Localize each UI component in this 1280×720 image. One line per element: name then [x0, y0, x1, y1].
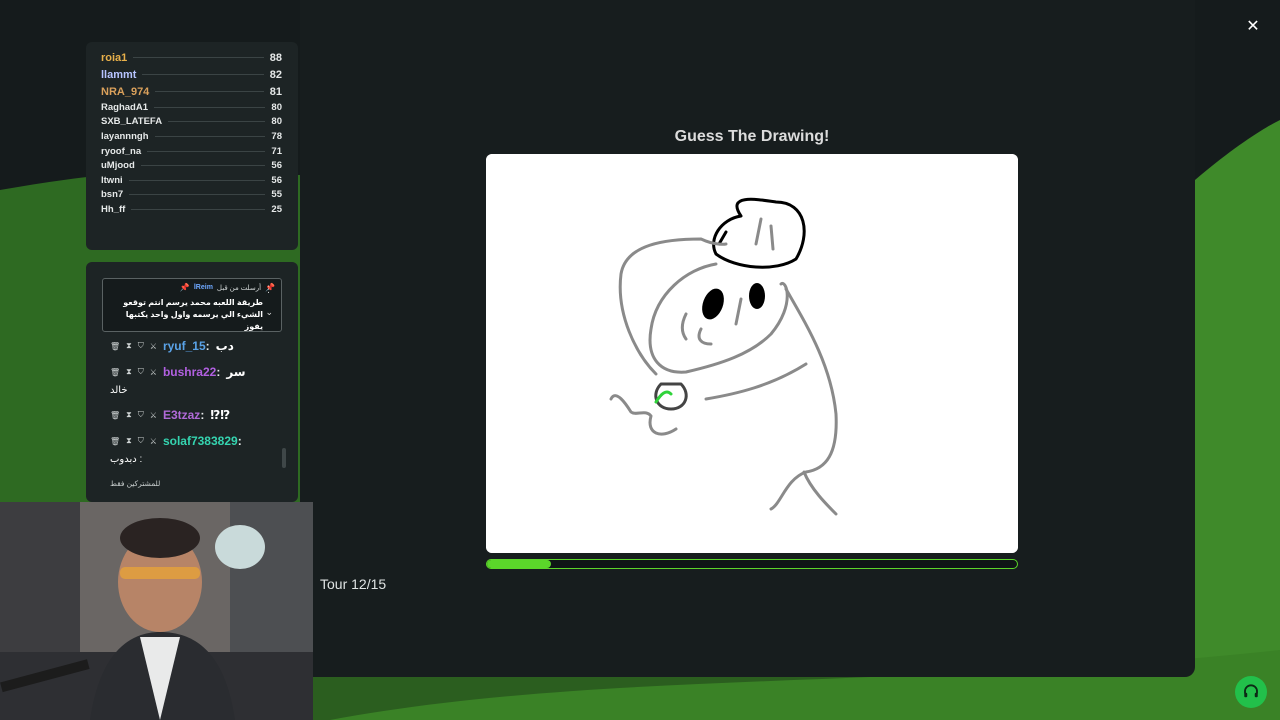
chat-message: 🗑 ⧗ ⛉ ⚔ ryuf_15: دب	[110, 339, 234, 353]
player-score: 88	[269, 51, 282, 64]
leaderboard-row: Hh_ff 25	[101, 202, 282, 217]
timeout-icon[interactable]: ⧗	[126, 436, 132, 446]
row-divider	[155, 91, 264, 92]
player-name[interactable]: NRA_974	[101, 86, 149, 98]
row-divider	[147, 150, 266, 152]
chat-panel: 📌 lReim أرسلت من قبل 📌 ⋮ طريقة اللعبه مح…	[86, 262, 298, 502]
chat-text-continued: دبدوب :	[110, 454, 143, 465]
chat-separator: :	[237, 434, 242, 448]
close-icon[interactable]: ✕	[1243, 17, 1263, 37]
chat-message: 🗑 ⧗ ⛉ ⚔ E3tzaz: ⁉⁉	[110, 408, 230, 422]
headset-icon	[1244, 684, 1258, 698]
leaderboard-row: llammt 82	[101, 66, 282, 83]
player-name[interactable]: RaghadA1	[101, 102, 148, 113]
leaderboard-row: NRA_974 81	[101, 83, 282, 100]
player-score: 81	[269, 85, 282, 98]
drawing-canvas[interactable]	[486, 154, 1018, 553]
chat-text: ⁉⁉	[210, 408, 231, 422]
leaderboard-row: RaghadA1 80	[101, 100, 282, 115]
trash-icon[interactable]: 🗑	[110, 437, 120, 446]
leaderboard-row: roia1 88	[101, 49, 282, 66]
shield-icon[interactable]: ⛉	[138, 367, 144, 377]
swords-icon: ⚔	[149, 410, 157, 420]
chat-separator: :	[216, 365, 221, 379]
pinned-text: طريقة اللعبه محمد يرسم انتم توقعو الشيء …	[123, 298, 263, 331]
player-score: 82	[269, 68, 282, 81]
chat-text: دب	[215, 339, 234, 353]
shield-icon[interactable]: ⛉	[138, 410, 144, 420]
player-name[interactable]: llammt	[101, 69, 136, 81]
row-divider	[140, 165, 266, 167]
chat-username[interactable]: solaf7383829	[163, 434, 238, 448]
shield-icon[interactable]: ⛉	[138, 436, 144, 446]
timer-progress-bar	[486, 559, 1018, 569]
leaderboard-row: ryoof_na 71	[101, 144, 282, 159]
row-divider	[142, 74, 264, 75]
row-divider	[128, 179, 266, 181]
player-name[interactable]: SXB_LATEFA	[101, 116, 162, 127]
player-name[interactable]: bsn7	[101, 189, 123, 200]
leaderboard-row: uMjood 56	[101, 158, 282, 173]
timeout-icon[interactable]: ⧗	[126, 341, 132, 351]
player-score: 78	[271, 130, 282, 142]
player-name[interactable]: layannngh	[101, 131, 149, 142]
leaderboard: roia1 88 llammt 82 NRA_974 81 RaghadA1 80 SXB_LA…	[86, 42, 298, 250]
trash-icon[interactable]: 🗑	[110, 342, 120, 351]
row-divider	[153, 106, 266, 108]
row-divider	[168, 121, 266, 123]
support-headset-button[interactable]	[1235, 676, 1267, 708]
player-name[interactable]: roia1	[101, 52, 127, 64]
player-name[interactable]: ltwni	[101, 175, 123, 186]
trash-icon[interactable]: 🗑	[110, 368, 120, 377]
row-divider	[129, 194, 266, 196]
swords-icon: ⚔	[149, 341, 157, 351]
chevron-down-icon[interactable]: ⌄	[265, 307, 273, 318]
pin-icon[interactable]: 📌	[180, 283, 190, 292]
player-name[interactable]: ryoof_na	[101, 146, 141, 157]
player-name[interactable]: Hh_ff	[101, 204, 125, 215]
row-divider	[131, 208, 266, 210]
chat-text-continued: خالد	[110, 385, 128, 396]
leaderboard-row: bsn7 55	[101, 188, 282, 203]
chat-username[interactable]: E3tzaz	[163, 408, 200, 422]
player-name[interactable]: uMjood	[101, 160, 135, 171]
swords-icon: ⚔	[149, 367, 157, 377]
chat-scrollbar[interactable]	[282, 448, 286, 468]
row-divider	[133, 57, 264, 58]
webcam-feed	[0, 502, 313, 720]
round-counter: Tour 12/15	[320, 576, 387, 592]
subscribers-only-notice: للمشتركين فقط	[110, 479, 161, 488]
chat-message: 🗑 ⧗ ⛉ ⚔ bushra22: سر	[110, 365, 246, 379]
player-score: 25	[271, 203, 282, 215]
player-score: 56	[271, 174, 282, 186]
pinned-header: 📌 lReim أرسلت من قبل 📌	[109, 283, 275, 292]
row-divider	[154, 135, 266, 137]
chat-separator: :	[200, 408, 205, 422]
timeout-icon[interactable]: ⧗	[126, 367, 132, 377]
game-title: Guess The Drawing!	[674, 128, 830, 145]
player-score: 80	[271, 116, 282, 128]
player-score: 55	[271, 189, 282, 201]
trash-icon[interactable]: 🗑	[110, 411, 120, 420]
player-score: 80	[271, 101, 282, 113]
shield-icon[interactable]: ⛉	[138, 341, 144, 351]
chat-username[interactable]: bushra22	[163, 365, 216, 379]
player-score: 56	[271, 160, 282, 172]
timer-progress-fill	[487, 560, 551, 568]
leaderboard-row: layannngh 78	[101, 129, 282, 144]
leaderboard-row: SXB_LATEFA 80	[101, 115, 282, 130]
chat-username[interactable]: ryuf_15	[163, 339, 206, 353]
leaderboard-row: ltwni 56	[101, 173, 282, 188]
chat-message: 🗑 ⧗ ⛉ ⚔ solaf7383829:	[110, 434, 248, 448]
timeout-icon[interactable]: ⧗	[126, 410, 132, 420]
chat-text: سر	[226, 365, 246, 379]
chat-separator: :	[205, 339, 210, 353]
pinned-user: lReim	[193, 284, 213, 291]
pinned-message[interactable]: 📌 lReim أرسلت من قبل 📌 ⋮ طريقة اللعبه مح…	[102, 278, 282, 332]
swords-icon: ⚔	[149, 436, 157, 446]
more-icon[interactable]: ⋮	[264, 284, 273, 295]
player-score: 71	[271, 145, 282, 157]
pinned-label: أرسلت من قبل	[216, 284, 262, 292]
